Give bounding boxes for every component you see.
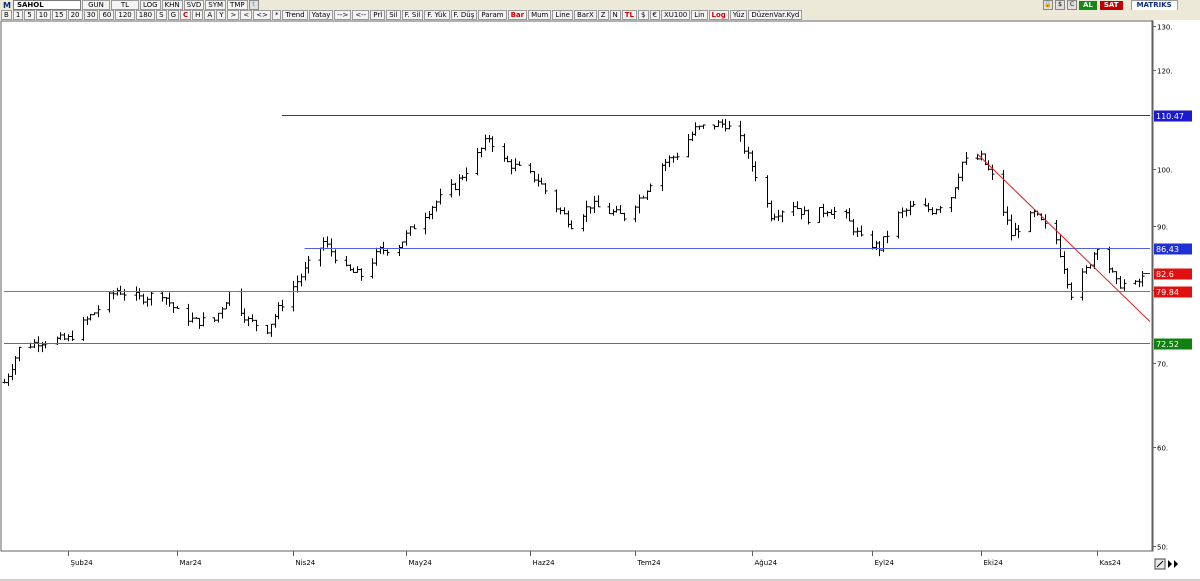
toolbar-row-1: M SAHOL GUN TL LOG KHN SVD SYM TMP t — [1, 0, 261, 10]
twitter-icon[interactable]: t — [248, 0, 259, 10]
toolbar-button-12[interactable]: C — [180, 10, 192, 20]
toolbar-button-37[interactable]: $ — [638, 10, 649, 20]
toolbar-button-38[interactable]: € — [649, 10, 660, 20]
shopping-icon[interactable]: $ — [1055, 0, 1065, 10]
toolbar-button-30[interactable]: Bar — [507, 10, 528, 20]
x-tick-label: Kas24 — [1100, 559, 1122, 567]
toolbar-button-5[interactable]: 20 — [67, 10, 83, 20]
period-button[interactable]: GUN — [81, 0, 110, 10]
toolbar-button-15[interactable]: Y — [216, 10, 227, 20]
check-icon[interactable]: C — [1067, 0, 1077, 10]
sell-button[interactable]: SAT — [1099, 0, 1123, 10]
x-tick-label: Şub24 — [71, 559, 94, 567]
x-tick-label: May24 — [409, 559, 433, 567]
toolbar-button-25[interactable]: Sil — [386, 10, 401, 20]
toolbar-button-11[interactable]: G — [167, 10, 179, 20]
scroll-left-icon[interactable] — [1168, 560, 1172, 568]
tool-button-log[interactable]: LOG — [139, 0, 161, 10]
brand-label: MATRIKS — [1130, 0, 1178, 11]
plot-frame — [0, 20, 1154, 552]
toolbar-button-23[interactable]: <-- — [352, 10, 370, 20]
toolbar-button-22[interactable]: --> — [334, 10, 352, 20]
x-tick-label: Tem24 — [637, 559, 662, 567]
support-green-tag-label: 72.52 — [1156, 340, 1179, 349]
toolbar-row-2: B 1 5 10 15 20 30 60 120 180 S G C H A Y > < <> * Trend Yatay… — [1, 10, 803, 20]
x-tick-label: Ağu24 — [755, 559, 778, 567]
toolbar-button-1[interactable]: 1 — [12, 10, 24, 20]
toolbar-button-42[interactable]: Yüz — [729, 10, 748, 20]
toolbar-button-17[interactable]: < — [240, 10, 253, 20]
y-tick-label: 90. — [1157, 224, 1168, 232]
buy-button[interactable]: AL — [1079, 0, 1097, 10]
tool-button-sym[interactable]: SYM — [205, 0, 227, 10]
y-tick-label: 50. — [1157, 544, 1168, 552]
symbol-selector[interactable]: SAHOL — [12, 0, 81, 10]
support-mid-tag-label: 86,43 — [1156, 245, 1179, 254]
toolbar-button-33[interactable]: BarX — [573, 10, 597, 20]
x-tick-label: Eki24 — [984, 559, 1004, 567]
chart-area: 50.60.70.80.90.100.120.130. Şub24Mar24Ni… — [0, 20, 1200, 579]
toolbar-button-34[interactable]: Z — [597, 10, 609, 20]
toolbar-button-29[interactable]: Param — [478, 10, 507, 20]
toolbar-button-3[interactable]: 10 — [35, 10, 51, 20]
toolbar-button-7[interactable]: 60 — [99, 10, 115, 20]
matriks-logo: M — [3, 0, 11, 10]
toolbar-button-2[interactable]: 5 — [24, 10, 35, 20]
toolbar-button-27[interactable]: F. Yük — [424, 10, 450, 20]
y-tick-label: 100. — [1157, 167, 1173, 175]
x-tick-label: Mar24 — [180, 559, 203, 567]
toolbar-button-4[interactable]: 15 — [51, 10, 67, 20]
x-tick-label: Nis24 — [296, 559, 316, 567]
toolbar-button-43[interactable]: DüzenVar.Kyd — [748, 10, 803, 20]
toolbar-button-32[interactable]: Line — [552, 10, 573, 20]
toolbar-button-20[interactable]: Trend — [282, 10, 308, 20]
x-axis: Şub24 Mar24 Nis24 May24 Haz24 Tem24 Ağu24 Eyl24… — [68, 551, 1122, 567]
toolbar-button-35[interactable]: N — [609, 10, 621, 20]
lock-icon[interactable]: 🔒 — [1043, 0, 1053, 10]
toolbar-button-18[interactable]: <> — [253, 10, 271, 20]
toolbar-button-31[interactable]: Mum — [528, 10, 552, 20]
toolbar-button-0[interactable]: B — [1, 10, 12, 20]
y-tick-label: 130. — [1157, 24, 1173, 32]
toolbar-button-41[interactable]: Log — [708, 10, 729, 20]
x-tick-label: Eyl24 — [875, 559, 895, 567]
scroll-right-icon[interactable] — [1174, 560, 1178, 568]
toolbar-button-28[interactable]: F. Düş — [450, 10, 478, 20]
y-tick-label: 60. — [1157, 445, 1168, 453]
toolbar-button-14[interactable]: A — [204, 10, 216, 20]
tool-button-svd[interactable]: SVD — [183, 0, 205, 10]
resistance-tag-label: 110.47 — [1156, 112, 1184, 121]
y-tick-label: 120. — [1157, 68, 1173, 76]
toolbar-button-9[interactable]: 180 — [135, 10, 156, 20]
tool-button-tmp[interactable]: TMP — [227, 0, 248, 10]
toolbar-button-36[interactable]: TL — [621, 10, 638, 20]
last-price-tag-label: 82.6 — [1156, 270, 1174, 279]
toolbar-button-19[interactable]: * — [271, 10, 282, 20]
corner-controls — [1154, 558, 1178, 570]
tool-button-khn[interactable]: KHN — [161, 0, 183, 10]
currency-button[interactable]: TL — [110, 0, 139, 10]
x-tick-label: Haz24 — [533, 559, 556, 567]
toolbar-button-39[interactable]: XU100 — [660, 10, 691, 20]
toolbar-button-24[interactable]: Prl — [370, 10, 386, 20]
toolbar-button-21[interactable]: Yatay — [308, 10, 334, 20]
toolbar-button-13[interactable]: H — [192, 10, 204, 20]
toolbar-button-6[interactable]: 30 — [83, 10, 99, 20]
price-chart: 50.60.70.80.90.100.120.130. Şub24Mar24Ni… — [0, 20, 1192, 570]
toolbar-button-16[interactable]: > — [227, 10, 240, 20]
toolbar-button-26[interactable]: F. Sil — [401, 10, 424, 20]
toolbar-button-40[interactable]: Lin — [691, 10, 708, 20]
y-tick-label: 70. — [1157, 361, 1168, 369]
toolbar-button-10[interactable]: S — [156, 10, 167, 20]
toolbar-button-8[interactable]: 120 — [115, 10, 135, 20]
support-red-tag-label: 79.84 — [1156, 288, 1179, 297]
